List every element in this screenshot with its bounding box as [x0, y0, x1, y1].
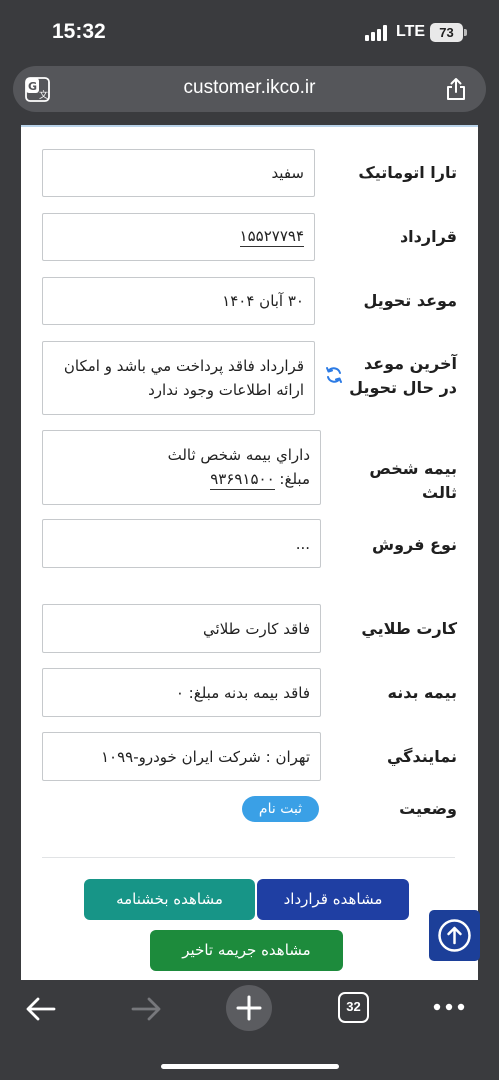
home-indicator — [161, 1064, 339, 1069]
forward-arrow-icon[interactable] — [129, 994, 163, 1024]
share-icon[interactable] — [443, 76, 469, 102]
field-value: قرارداد فاقد پرداخت مي باشد و امکان ارائ… — [63, 357, 304, 399]
signal-icon — [365, 25, 389, 41]
field-golden-card: فاقد کارت طلائي — [42, 604, 321, 653]
field-third-party-insurance: داراي بيمه شخص ثالث مبلغ: ۹۳۶۹۱۵۰۰ — [42, 430, 321, 505]
row-label-car: تارا اتوماتيک — [358, 163, 457, 182]
field-value: ۳۰ آبان ۱۴۰۴ — [222, 292, 304, 310]
field-value: تهران : شرکت ايران خودرو-۱۰۹۹ — [100, 747, 310, 766]
arrow-up-circle-icon — [438, 919, 471, 952]
field-value: سفيد — [271, 164, 304, 182]
status-bar: 15:32 LTE 73 — [0, 0, 499, 64]
field-car-color: سفيد — [42, 149, 315, 197]
more-icon[interactable] — [432, 1002, 466, 1012]
web-page: تارا اتوماتيک سفيد قرارداد ۱۵۵۲۷۷۹۴ موعد… — [0, 125, 499, 980]
view-penalty-button[interactable]: مشاهده جريمه تاخير — [150, 930, 343, 971]
row-label-sale-type: نوع فروش — [372, 535, 457, 554]
back-arrow-icon[interactable] — [24, 994, 58, 1024]
view-circular-button[interactable]: مشاهده بخشنامه — [84, 879, 255, 920]
address-bar[interactable]: G 文 customer.ikco.ir — [13, 66, 486, 112]
row-label-delivery: موعد تحويل — [363, 291, 457, 310]
row-label-contract: قرارداد — [399, 227, 457, 246]
field-sale-type: ... — [42, 519, 321, 568]
status-time: 15:32 — [52, 20, 106, 43]
field-value: فاقد بيمه بدنه مبلغ: ۰ — [175, 683, 310, 702]
field-last-delivery: قرارداد فاقد پرداخت مي باشد و امکان ارائ… — [42, 341, 315, 415]
row-label-dealership: نمايندگي — [386, 747, 457, 766]
battery-tip — [464, 29, 467, 36]
field-contract-number: ۱۵۵۲۷۷۹۴ — [42, 213, 315, 261]
row-label-last-delivery: آخرين موعد در حال تحويل — [349, 354, 457, 397]
row-label-golden-card: کارت طلايي — [361, 619, 457, 638]
contract-card: تارا اتوماتيک سفيد قرارداد ۱۵۵۲۷۷۹۴ موعد… — [21, 125, 478, 980]
field-body-insurance: فاقد بيمه بدنه مبلغ: ۰ — [42, 668, 321, 717]
network-type: LTE — [396, 23, 426, 40]
field-value: ... — [295, 534, 310, 553]
status-badge: ثبت نام — [242, 796, 319, 822]
refresh-icon[interactable] — [324, 365, 344, 385]
insurance-amount: ۹۳۶۹۱۵۰۰ — [210, 470, 275, 490]
tabs-icon[interactable]: 32 — [338, 992, 369, 1023]
field-value: ۱۵۵۲۷۷۹۴ — [239, 227, 304, 247]
url-text[interactable]: customer.ikco.ir — [13, 77, 486, 99]
battery-icon: 73 — [430, 23, 463, 42]
row-label-status: وضعيت — [399, 799, 457, 818]
row-label-body-insurance: بيمه بدنه — [387, 683, 458, 702]
field-value-line2: مبلغ: ۹۳۶۹۱۵۰۰ — [210, 470, 310, 490]
field-value-line1: داراي بيمه شخص ثالث — [167, 446, 310, 464]
row-label-third-party: بيمه شخص ثالث — [369, 459, 457, 502]
field-delivery-date: ۳۰ آبان ۱۴۰۴ — [42, 277, 315, 325]
field-dealership: تهران : شرکت ايران خودرو-۱۰۹۹ — [42, 732, 321, 781]
divider — [42, 857, 455, 858]
field-value: فاقد کارت طلائي — [203, 619, 310, 638]
scroll-top-button[interactable] — [429, 910, 480, 961]
new-tab-icon[interactable] — [225, 984, 273, 1032]
view-contract-button[interactable]: مشاهده قرارداد — [257, 879, 409, 920]
